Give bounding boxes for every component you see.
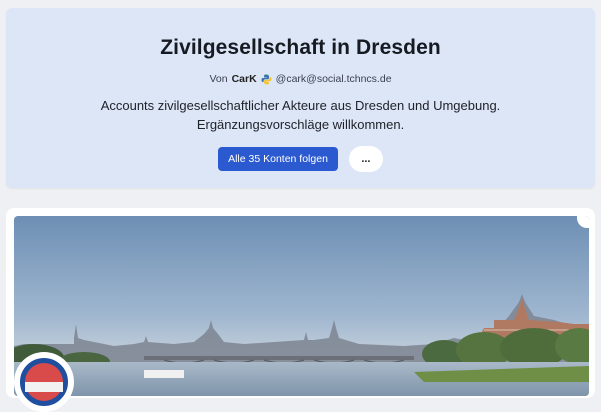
list-header-card: Zivilgesellschaft in Dresden Von CarK @c…: [6, 8, 595, 188]
more-options-button[interactable]: ...: [348, 146, 383, 172]
fff-badge-icon: [14, 352, 74, 412]
author-handle[interactable]: @cark@social.tchncs.de: [276, 73, 392, 85]
list-byline: Von CarK @cark@social.tchncs.de: [6, 73, 595, 85]
header-image-card: [6, 208, 595, 398]
python-logo-icon: [261, 74, 272, 85]
list-description: Accounts zivilgesellschaftlicher Akteure…: [100, 98, 501, 132]
list-actions: Alle 35 Konten folgen ...: [6, 146, 595, 172]
author-name[interactable]: CarK: [232, 73, 257, 85]
dresden-skyline-photo: [14, 216, 589, 396]
list-title: Zivilgesellschaft in Dresden: [160, 36, 441, 59]
by-prefix: Von: [209, 73, 228, 85]
follow-all-button[interactable]: Alle 35 Konten folgen: [218, 147, 338, 171]
